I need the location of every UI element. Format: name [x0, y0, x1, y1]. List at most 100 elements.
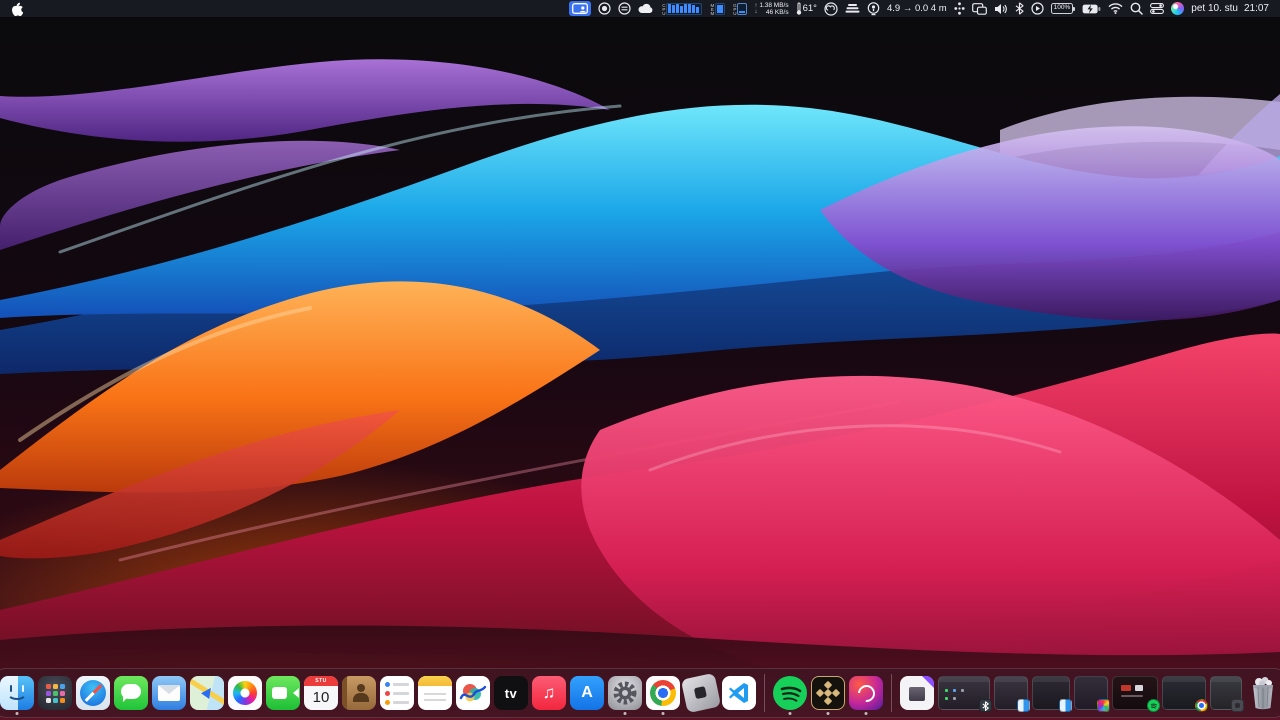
dock-item-calendar[interactable]: STU 10 [304, 676, 338, 710]
adobe-creative-cloud-menu-icon[interactable] [824, 1, 838, 16]
bluetooth-menu-icon[interactable] [1015, 1, 1024, 16]
dock-item-spotify[interactable] [773, 676, 807, 715]
minimized-window-colors[interactable] [1074, 676, 1110, 712]
minimized-window-finder-1[interactable] [994, 676, 1030, 712]
dock-item-trash[interactable] [1246, 676, 1280, 710]
minimized-window-spotify[interactable] [1112, 676, 1160, 712]
network-throughput-widget[interactable]: ↑ ↓ 1.38 MB/s 46 KB/s [754, 1, 788, 16]
download-speed: 46 KB/s [765, 8, 789, 16]
running-indicator [864, 712, 868, 715]
wifi-menu-icon[interactable] [1108, 1, 1123, 16]
reminders-icon [380, 676, 414, 710]
mail-icon [152, 676, 186, 710]
dock-item-launchpad[interactable] [38, 676, 72, 710]
dock-item-adobe-cc[interactable] [849, 676, 883, 715]
calendar-month-label: STU [304, 676, 338, 686]
glucose-reading[interactable]: 4.9 → 0.0 4 m [887, 3, 947, 14]
cpu-meter-label: CPU [661, 2, 667, 15]
messages-icon [114, 676, 148, 710]
notes-icon [418, 676, 452, 710]
dock-separator [891, 674, 892, 712]
siri-orb-icon [1171, 2, 1185, 15]
wifi-icon [1108, 3, 1123, 14]
download-arrow-icon: ↓ [754, 8, 758, 15]
menu-bar: CPU MEM GPU ↑ ↓ 1.38 MB/s 46 KB/s 61° 4.… [0, 0, 1280, 17]
dock-item-messages[interactable] [114, 676, 148, 710]
dock-item-mail[interactable] [152, 676, 186, 710]
dots-diamond-icon [954, 2, 965, 15]
play-circle-menu-icon[interactable] [1031, 1, 1044, 16]
dock-item-utility-app[interactable] [900, 676, 934, 710]
window-thumbnail [1074, 676, 1110, 712]
dock-item-tv[interactable]: tv [494, 676, 528, 710]
cloud-menu-icon[interactable] [638, 1, 654, 16]
dock-item-appstore[interactable]: A [570, 676, 604, 710]
cpu-usage-bars [666, 2, 703, 15]
dock-item-maps[interactable] [190, 676, 224, 710]
dock-item-vscode[interactable] [722, 676, 756, 710]
memory-meter-widget[interactable]: MEM [709, 1, 725, 16]
battery-charging-menu-icon[interactable] [1082, 1, 1101, 16]
minimized-window-finder-2[interactable] [1032, 676, 1072, 712]
apple-menu[interactable] [11, 1, 23, 16]
window-thumbnail [938, 676, 992, 712]
maps-icon [190, 676, 224, 710]
dock-item-gold-diamonds-app[interactable] [811, 676, 845, 715]
gpu-meter-label: GPU [732, 2, 738, 15]
rainbow-badge-icon [1097, 699, 1110, 712]
screen-sharing-active-menu-icon[interactable] [568, 1, 591, 16]
pin-badge-menu-icon[interactable] [867, 1, 880, 16]
window-thumbnail [994, 676, 1030, 712]
finder-icon [0, 676, 34, 710]
dock-item-music[interactable]: ♫ [532, 676, 566, 710]
spotlight-menu-icon[interactable] [1130, 1, 1144, 16]
record-menu-icon[interactable] [598, 1, 611, 16]
minimized-window-utility[interactable] [1210, 676, 1244, 712]
gpu-meter-widget[interactable]: GPU [732, 1, 748, 16]
running-indicator [15, 712, 19, 715]
dock-item-freeform[interactable] [456, 676, 490, 710]
control-center-menu-icon[interactable] [1150, 1, 1165, 16]
volume-menu-icon[interactable] [994, 1, 1008, 16]
dock-item-photos[interactable] [228, 676, 262, 710]
adobe-cc-icon [824, 1, 838, 16]
system-settings-icon [608, 676, 642, 710]
dots-diamond-menu-icon[interactable] [954, 1, 965, 16]
battery-percent-value: 100% [1053, 4, 1071, 12]
dock-item-chrome[interactable] [646, 676, 680, 715]
dock-item-facetime[interactable] [266, 676, 300, 710]
dock-item-roblox[interactable] [680, 672, 722, 714]
play-circle-icon [1031, 2, 1044, 15]
music-icon: ♫ [532, 676, 566, 710]
dock-item-safari[interactable] [76, 676, 110, 710]
utility-app-icon [900, 676, 934, 710]
circle-lines-menu-icon[interactable] [618, 1, 631, 16]
minimized-window-chrome[interactable] [1162, 676, 1208, 712]
roblox-icon [680, 672, 722, 714]
screen-with-user-icon [571, 3, 588, 14]
dock-item-system-settings[interactable] [608, 676, 642, 715]
running-indicator [623, 712, 627, 715]
running-indicator [788, 712, 792, 715]
cpu-meter-widget[interactable]: CPU [661, 1, 703, 16]
dock-item-finder[interactable] [0, 676, 34, 715]
temperature-widget[interactable]: 61° [796, 1, 817, 16]
layers-menu-icon[interactable] [845, 1, 860, 16]
dock-item-reminders[interactable] [380, 676, 414, 710]
app-badge-icon [1231, 699, 1244, 712]
dock-item-notes[interactable] [418, 676, 452, 710]
menu-bar-status-items: CPU MEM GPU ↑ ↓ 1.38 MB/s 46 KB/s 61° 4.… [568, 1, 1269, 16]
apple-logo-icon [12, 2, 23, 16]
siri-menu-icon[interactable] [1171, 1, 1185, 16]
memory-meter-label: MEM [709, 2, 715, 15]
chrome-badge-icon [1195, 699, 1208, 712]
dock-item-contacts[interactable] [342, 676, 376, 710]
spotify-badge-icon [1147, 699, 1160, 712]
chrome-icon [646, 676, 680, 710]
menu-bar-clock[interactable]: pet 10. stu 21:07 [1191, 3, 1269, 14]
minimized-window-bluetooth[interactable] [938, 676, 992, 712]
menu-bar-time: 21:07 [1243, 3, 1269, 14]
temperature-value: 61° [802, 3, 817, 14]
battery-percent-widget[interactable]: 100% [1050, 3, 1075, 14]
screen-mirroring-menu-icon[interactable] [971, 1, 987, 16]
